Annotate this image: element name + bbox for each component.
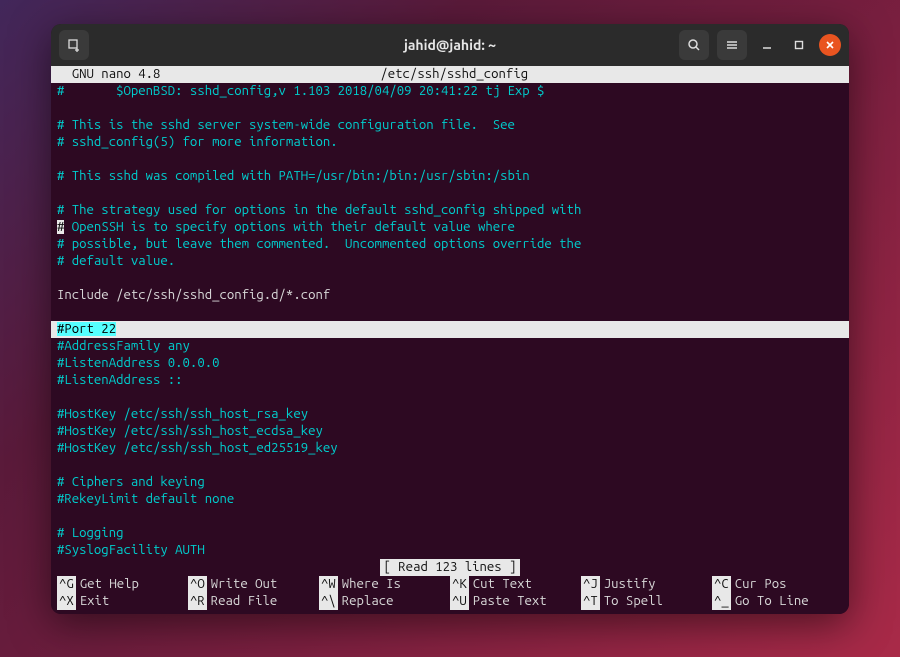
new-tab-icon xyxy=(67,38,81,52)
hamburger-icon xyxy=(725,38,739,52)
minimize-icon xyxy=(761,39,773,51)
file-line: #SyslogFacility AUTH xyxy=(51,542,849,559)
highlighted-line: #Port 22 xyxy=(51,321,849,338)
terminal-body[interactable]: GNU nano 4.8/etc/ssh/sshd_config # $Open… xyxy=(51,66,849,614)
shortcut-to-spell[interactable]: ^TTo Spell xyxy=(581,593,712,610)
nano-status-bar: [ Read 123 lines ] xyxy=(51,559,849,576)
shortcut-read-file[interactable]: ^RRead File xyxy=(188,593,319,610)
shortcut-exit[interactable]: ^XExit xyxy=(57,593,188,610)
shortcut-where-is[interactable]: ^WWhere Is xyxy=(319,576,450,593)
shortcut-cur-pos[interactable]: ^CCur Pos xyxy=(712,576,843,593)
shortcut-go-to-line[interactable]: ^_Go To Line xyxy=(712,593,843,610)
shortcut-row-1: ^GGet Help ^OWrite Out ^WWhere Is ^KCut … xyxy=(57,576,843,593)
file-line: Include /etc/ssh/sshd_config.d/*.conf xyxy=(51,287,849,304)
file-line xyxy=(51,100,849,117)
new-tab-button[interactable] xyxy=(59,30,89,60)
file-line: #HostKey /etc/ssh/ssh_host_ed25519_key xyxy=(51,440,849,457)
file-line xyxy=(51,270,849,287)
file-line xyxy=(51,185,849,202)
search-icon xyxy=(687,38,701,52)
maximize-icon xyxy=(793,39,805,51)
file-line xyxy=(51,304,849,321)
shortcut-write-out[interactable]: ^OWrite Out xyxy=(188,576,319,593)
nano-header-bar: GNU nano 4.8/etc/ssh/sshd_config xyxy=(51,66,849,83)
shortcut-row-2: ^XExit ^RRead File ^\Replace ^UPaste Tex… xyxy=(57,593,843,610)
file-line xyxy=(51,389,849,406)
file-line: # This sshd was compiled with PATH=/usr/… xyxy=(51,168,849,185)
terminal-window: jahid@jahid: ~ xyxy=(51,24,849,614)
file-line: #RekeyLimit default none xyxy=(51,491,849,508)
shortcut-replace[interactable]: ^\Replace xyxy=(319,593,450,610)
file-line: # possible, but leave them commented. Un… xyxy=(51,236,849,253)
shortcut-justify[interactable]: ^JJustify xyxy=(581,576,712,593)
file-line: # The strategy used for options in the d… xyxy=(51,202,849,219)
file-line: # Logging xyxy=(51,525,849,542)
desktop-background: jahid@jahid: ~ xyxy=(0,0,900,657)
nano-version-label: GNU nano 4.8 xyxy=(57,67,160,81)
nano-filename-label: /etc/ssh/sshd_config xyxy=(380,67,528,81)
file-line: # sshd_config(5) for more information. xyxy=(51,134,849,151)
hamburger-menu-button[interactable] xyxy=(717,30,747,60)
close-icon xyxy=(825,40,835,50)
shortcut-paste-text[interactable]: ^UPaste Text xyxy=(450,593,581,610)
shortcut-cut-text[interactable]: ^KCut Text xyxy=(450,576,581,593)
file-line: #HostKey /etc/ssh/ssh_host_ecdsa_key xyxy=(51,423,849,440)
file-line: #HostKey /etc/ssh/ssh_host_rsa_key xyxy=(51,406,849,423)
nano-shortcut-bar: ^GGet Help ^OWrite Out ^WWhere Is ^KCut … xyxy=(51,576,849,610)
file-line: #ListenAddress :: xyxy=(51,372,849,389)
port-22-text: #Port 22 xyxy=(57,322,116,336)
maximize-button[interactable] xyxy=(787,33,811,57)
file-line: #AddressFamily any xyxy=(51,338,849,355)
window-titlebar: jahid@jahid: ~ xyxy=(51,24,849,66)
file-line: #ListenAddress 0.0.0.0 xyxy=(51,355,849,372)
file-line: # Ciphers and keying xyxy=(51,474,849,491)
search-button[interactable] xyxy=(679,30,709,60)
minimize-button[interactable] xyxy=(755,33,779,57)
close-button[interactable] xyxy=(819,34,841,56)
file-line xyxy=(51,151,849,168)
file-line: # $OpenBSD: sshd_config,v 1.103 2018/04/… xyxy=(51,83,849,100)
nano-status-text: [ Read 123 lines ] xyxy=(380,559,521,576)
shortcut-get-help[interactable]: ^GGet Help xyxy=(57,576,188,593)
file-line xyxy=(51,457,849,474)
file-line: # This is the sshd server system-wide co… xyxy=(51,117,849,134)
file-line: # default value. xyxy=(51,253,849,270)
file-line xyxy=(51,508,849,525)
file-line: # OpenSSH is to specify options with the… xyxy=(51,219,849,236)
